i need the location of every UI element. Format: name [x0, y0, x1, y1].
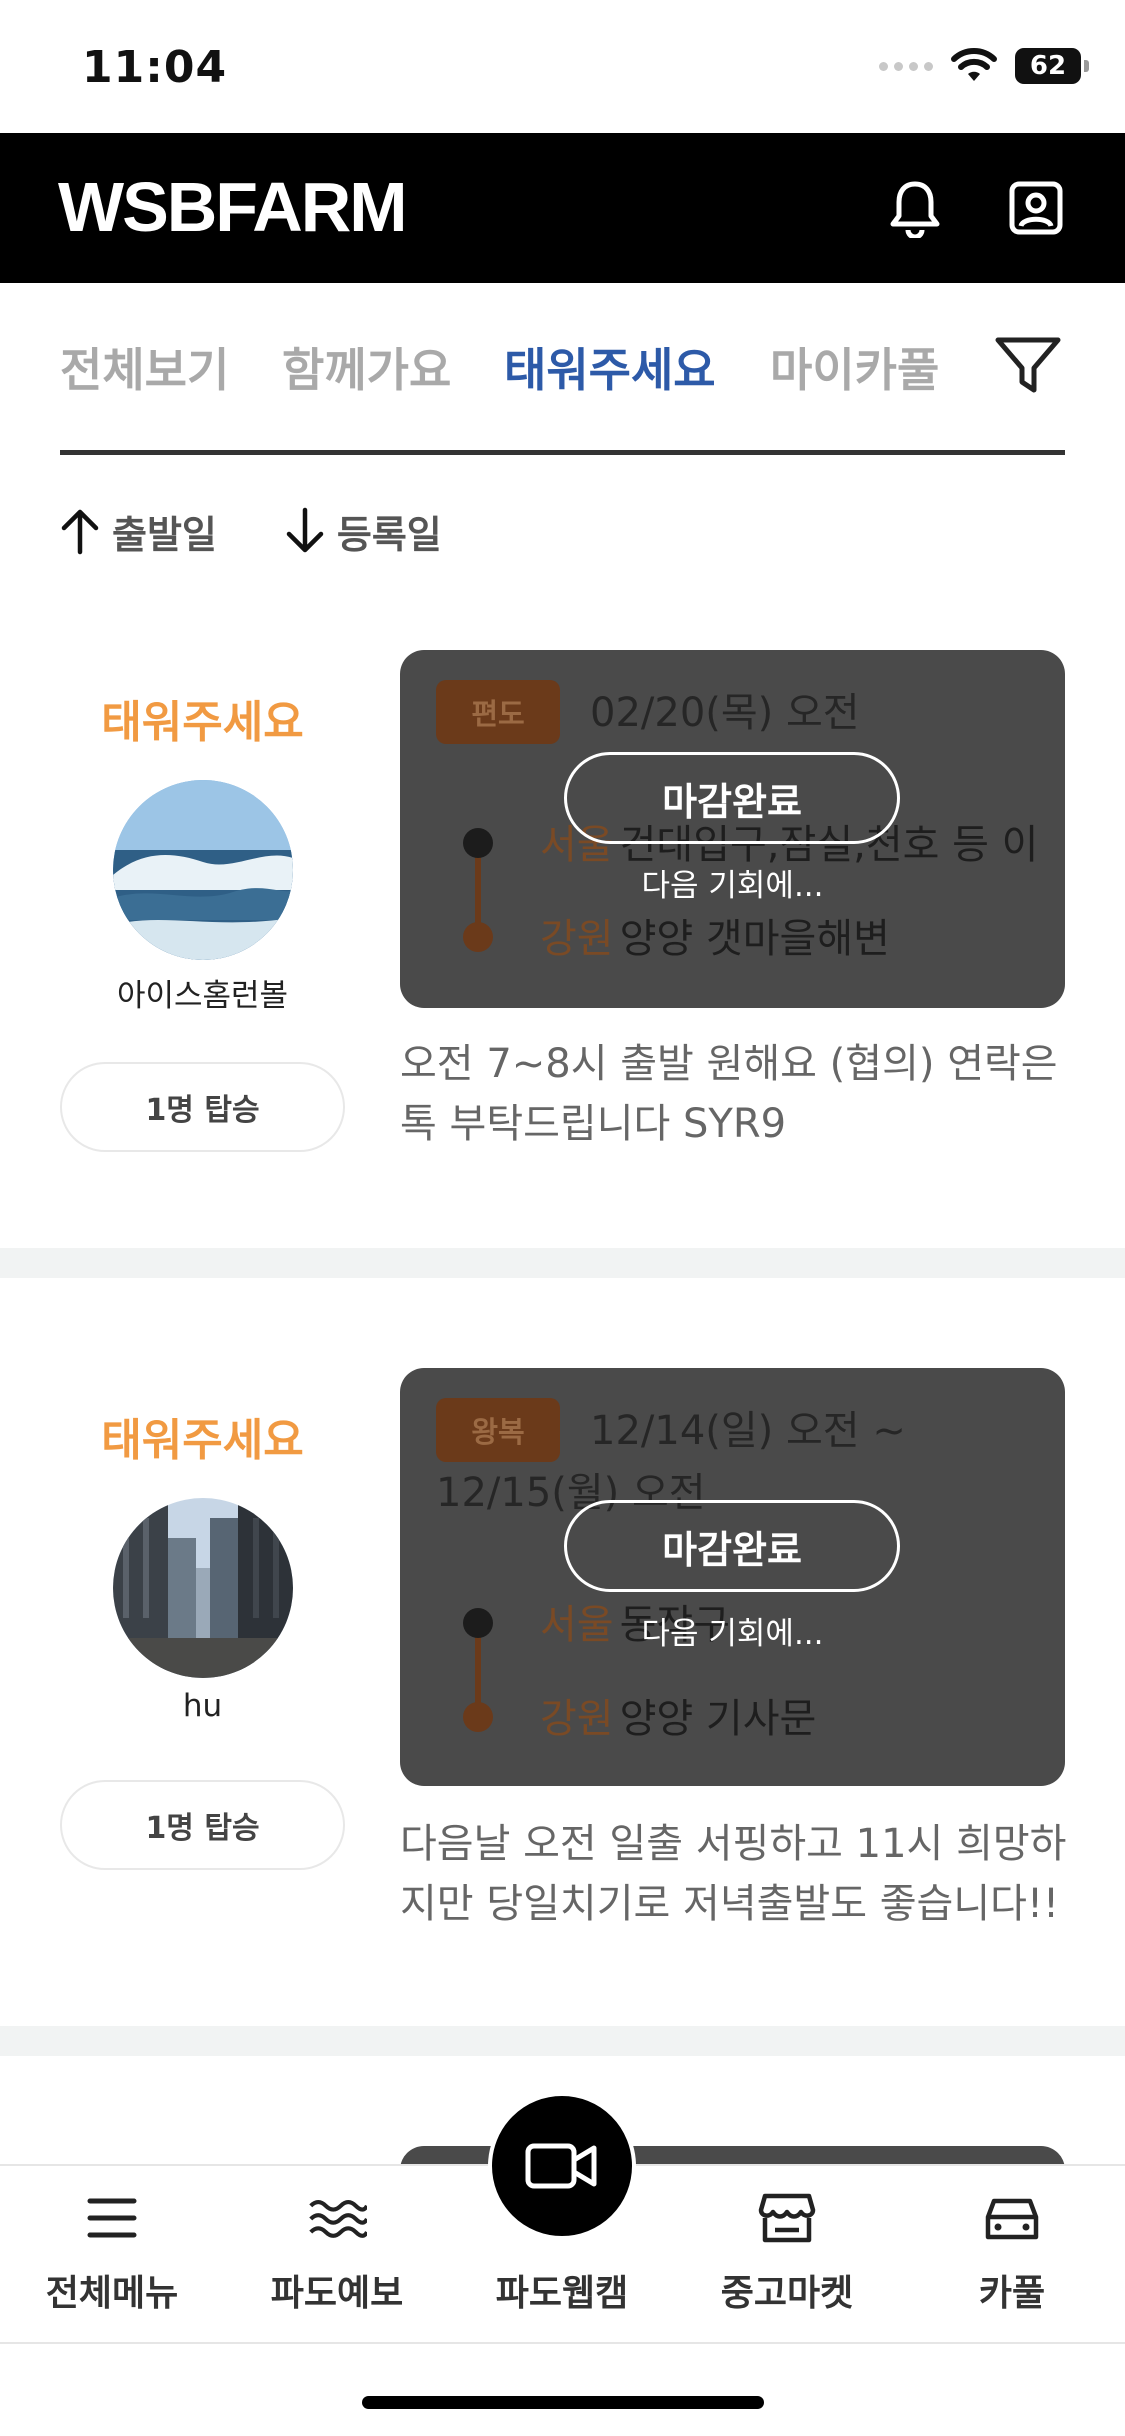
filter-icon[interactable]	[992, 330, 1064, 402]
wifi-icon	[951, 48, 997, 81]
sort-departure-button[interactable]: 출발일	[58, 500, 217, 562]
tab-all[interactable]: 전체보기	[60, 334, 229, 400]
route-info-box[interactable]: 왕복 12/14(일) 오전 ~ 12/15(월) 오전 서울 동작구 강원 양양 …	[400, 1368, 1065, 1786]
tab-my-carpool[interactable]: 마이카풀	[770, 334, 939, 400]
sort-registered-label: 등록일	[336, 512, 442, 557]
home-indicator	[362, 2396, 764, 2409]
car-icon	[982, 2188, 1042, 2248]
post-type-label: 태워주세요	[101, 1415, 304, 1466]
battery-level: 62	[1029, 51, 1067, 81]
avatar	[113, 1498, 293, 1678]
to-place: 양양 기사문	[619, 1696, 817, 1742]
post-type-label: 태워주세요	[101, 697, 304, 748]
sort-registered-button[interactable]: 등록일	[283, 500, 442, 562]
wave-icon	[307, 2188, 367, 2248]
closed-status-badge: 마감완료	[564, 752, 900, 844]
card-divider	[0, 1248, 1125, 1278]
start-point-icon	[463, 828, 493, 858]
status-indicators: 62	[879, 48, 1089, 84]
card-description: 다음날 오전 일출 서핑하고 11시 희망하지만 당일치기로 저녁출발도 좋습니…	[400, 1821, 1067, 1927]
closed-status-subtext: 다음 기회에...	[641, 1616, 824, 1652]
nav-used-market[interactable]: 중고마켓	[687, 2188, 887, 2316]
sort-options: 출발일 등록일	[58, 500, 442, 562]
arrow-down-icon	[286, 507, 324, 553]
carpool-card[interactable]: 태워주세요 hu 1명 탑승 왕복 12/14(일) 오전 ~ 12/15(월)…	[0, 1368, 1125, 2018]
notification-bell-icon[interactable]	[882, 175, 948, 241]
trip-type-badge: 편도	[436, 680, 560, 744]
route-to: 강원 양양 갯마을해변	[540, 906, 890, 964]
cellular-signal-icon	[879, 61, 933, 71]
to-region: 강원	[540, 1696, 614, 1742]
logo[interactable]: WSBFARM	[58, 168, 408, 246]
username: 아이스홈런볼	[116, 978, 289, 1014]
nav-menu[interactable]: 전체메뉴	[12, 2188, 212, 2316]
status-time: 11:04	[82, 42, 228, 93]
app-header: WSBFARM	[0, 133, 1125, 283]
closed-status-badge: 마감완료	[564, 1500, 900, 1592]
card-description: 오전 7~8시 출발 원해요 (협의) 연락은 톡 부탁드립니다 SYR9	[400, 1041, 1058, 1147]
nav-wave-forecast[interactable]: 파도예보	[237, 2188, 437, 2316]
nav-carpool[interactable]: 카풀	[912, 2188, 1112, 2316]
route-to: 강원 양양 기사문	[540, 1686, 816, 1744]
tab-go-together[interactable]: 함께가요	[282, 334, 451, 400]
arrow-up-icon	[61, 509, 99, 555]
card-divider	[0, 2026, 1125, 2056]
carpool-card[interactable]: 태워주세요 아이스홈런볼 1명 탑승 편도 02/20(목) 오전 서울 건대입구…	[0, 650, 1125, 1248]
profile-icon[interactable]	[1003, 175, 1069, 241]
trip-date: 12/14(일) 오전 ~	[590, 1408, 906, 1454]
passenger-count-button[interactable]: 1명 탑승	[60, 1062, 345, 1152]
closed-status-subtext: 다음 기회에...	[641, 868, 824, 904]
username: hu	[182, 1688, 223, 1724]
logo-text: WSBFARM	[58, 168, 408, 246]
trip-type-badge: 왕복	[436, 1398, 560, 1462]
nav-carpool-label: 카풀	[978, 2273, 1046, 2314]
nav-used-market-label: 중고마켓	[720, 2273, 854, 2314]
tab-ride-request[interactable]: 태워주세요	[504, 334, 716, 400]
nav-wave-webcam-label: 파도웹캠	[495, 2273, 629, 2314]
end-point-icon	[463, 922, 493, 952]
sort-departure-label: 출발일	[112, 512, 217, 557]
route-info-box[interactable]: 편도 02/20(목) 오전 서울 건대입구,잠실,천호 등 이 강원 양양 갯마을…	[400, 650, 1065, 1008]
status-bar: 11:04 62	[0, 0, 1125, 133]
store-icon	[757, 2188, 817, 2248]
menu-icon	[82, 2188, 142, 2248]
webcam-fab-button[interactable]	[488, 2092, 636, 2240]
avatar	[113, 780, 293, 960]
category-tabs: 전체보기 함께가요 태워주세요 마이카풀	[60, 300, 1065, 455]
to-place: 양양 갯마을해변	[619, 916, 890, 962]
to-region: 강원	[540, 916, 614, 962]
nav-menu-label: 전체메뉴	[45, 2273, 179, 2314]
nav-wave-forecast-label: 파도예보	[270, 2273, 404, 2314]
end-point-icon	[463, 1702, 493, 1732]
battery-icon: 62	[1015, 48, 1089, 84]
passenger-count-button[interactable]: 1명 탑승	[60, 1780, 345, 1870]
trip-date: 02/20(목) 오전	[590, 690, 860, 736]
video-camera-icon	[525, 2143, 597, 2189]
